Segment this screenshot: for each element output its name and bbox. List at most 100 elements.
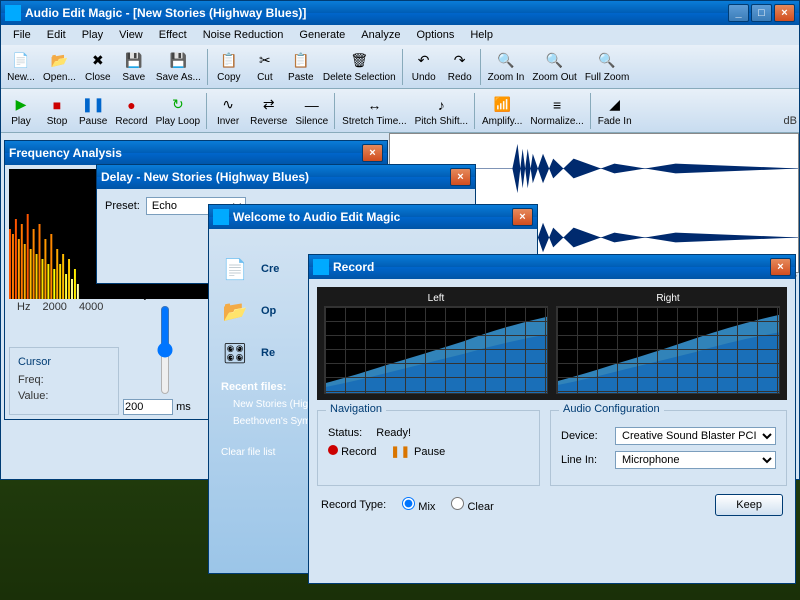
tool-label: Close <box>85 72 111 83</box>
hz-tick: 4000 <box>79 301 103 313</box>
copy-button[interactable]: 📋Copy <box>211 49 247 85</box>
save-button[interactable]: 💾Save <box>116 49 152 85</box>
record-app-icon <box>313 259 329 275</box>
redo-button[interactable]: ↷Redo <box>442 49 478 85</box>
record-window: Record × Left Right Navigation <box>308 254 796 584</box>
delay-close-button[interactable]: × <box>450 168 471 186</box>
linein-label: Line In: <box>561 454 609 466</box>
tool-label: Fade In <box>598 116 632 127</box>
menu-noise-reduction[interactable]: Noise Reduction <box>195 27 292 43</box>
record-button[interactable]: ●Record <box>111 93 151 129</box>
stop-button[interactable]: ■Stop <box>39 93 75 129</box>
device-label: Device: <box>561 430 609 442</box>
menu-help[interactable]: Help <box>462 27 501 43</box>
save-as-button[interactable]: 💾Save As... <box>152 49 205 85</box>
tool-label: Pause <box>79 116 107 127</box>
db-tick: dB <box>773 115 797 126</box>
play-loop-button[interactable]: ↻Play Loop <box>152 93 204 129</box>
open-button[interactable]: 📂Open... <box>39 49 80 85</box>
delay-time-label: Delay time: <box>123 290 173 301</box>
mix-radio[interactable]: Mix <box>402 497 435 513</box>
menu-edit[interactable]: Edit <box>39 27 74 43</box>
menu-options[interactable]: Options <box>408 27 462 43</box>
amplify-icon: 📶 <box>492 95 512 115</box>
preset-label: Preset: <box>105 200 140 212</box>
undo-button[interactable]: ↶Undo <box>406 49 442 85</box>
record-button[interactable]: Record <box>328 445 377 458</box>
status-label: Status: <box>328 427 362 439</box>
cut-button[interactable]: ✂Cut <box>247 49 283 85</box>
hz-tick: Hz <box>17 301 30 313</box>
zoom-out-button[interactable]: 🔍Zoom Out <box>528 49 580 85</box>
menu-view[interactable]: View <box>111 27 151 43</box>
audio-config-fieldset: Audio Configuration Device: Creative Sou… <box>550 410 787 486</box>
amplify-button[interactable]: 📶Amplify... <box>478 93 526 129</box>
tool-label: Reverse <box>250 116 287 127</box>
fade-in-button[interactable]: ◢Fade In <box>594 93 636 129</box>
tool-label: Cut <box>257 72 273 83</box>
freq-close-button[interactable]: × <box>362 144 383 162</box>
menu-play[interactable]: Play <box>74 27 111 43</box>
tool-label: Save <box>122 72 145 83</box>
record-close-button[interactable]: × <box>770 258 791 276</box>
delete-selection-button[interactable]: 🗑Delete Selection <box>319 49 400 85</box>
new-button[interactable]: 📄New... <box>3 49 39 85</box>
welcome-icon: 🎛 <box>221 339 249 367</box>
stretch-time-icon: ↔ <box>364 95 384 115</box>
silence-button[interactable]: —Silence <box>291 93 332 129</box>
zoom-in-icon: 🔍 <box>496 51 516 71</box>
menu-analyze[interactable]: Analyze <box>353 27 408 43</box>
delete-selection-icon: 🗑 <box>349 51 369 71</box>
separator <box>207 49 209 85</box>
tool-label: Full Zoom <box>585 72 629 83</box>
left-meter-label: Left <box>324 293 548 304</box>
tool-label: Zoom Out <box>532 72 576 83</box>
zoom-in-button[interactable]: 🔍Zoom In <box>484 49 529 85</box>
stretch-time-button[interactable]: ↔Stretch Time... <box>338 93 410 129</box>
pause-button[interactable]: ❚❚ Pause <box>391 445 446 458</box>
full-zoom-button[interactable]: 🔍Full Zoom <box>581 49 633 85</box>
tool-label: Stretch Time... <box>342 116 406 127</box>
pause-button[interactable]: ❚❚Pause <box>75 93 111 129</box>
delay-time-input[interactable] <box>123 399 173 415</box>
menu-generate[interactable]: Generate <box>291 27 353 43</box>
device-select[interactable]: Creative Sound Blaster PCI <box>615 427 776 445</box>
tool-label: Redo <box>448 72 472 83</box>
main-titlebar: Audio Edit Magic - [New Stories (Highway… <box>1 1 799 25</box>
minimize-button[interactable]: _ <box>728 4 749 22</box>
paste-button[interactable]: 📋Paste <box>283 49 319 85</box>
play-loop-icon: ↻ <box>168 95 188 115</box>
inver-button[interactable]: ∿Inver <box>210 93 246 129</box>
delay-title: Delay - New Stories (Highway Blues) <box>101 170 450 184</box>
navigation-fieldset: Navigation Status: Ready! Record ❚❚ Paus… <box>317 410 540 486</box>
normalize-button[interactable]: ≡Normalize... <box>526 93 587 129</box>
record-type-label: Record Type: <box>321 499 386 511</box>
reverse-button[interactable]: ⇄Reverse <box>246 93 291 129</box>
delay-titlebar: Delay - New Stories (Highway Blues) × <box>97 165 475 189</box>
separator <box>474 93 476 129</box>
pause-icon: ❚❚ <box>83 95 103 115</box>
stop-icon: ■ <box>47 95 67 115</box>
close-icon: ✖ <box>88 51 108 71</box>
close-button[interactable]: × <box>774 4 795 22</box>
tool-label: Silence <box>295 116 328 127</box>
right-meter <box>556 306 780 394</box>
right-meter-label: Right <box>556 293 780 304</box>
delay-slider[interactable] <box>155 305 175 395</box>
tool-label: Play <box>11 116 30 127</box>
new-icon: 📄 <box>11 51 31 71</box>
menu-file[interactable]: File <box>5 27 39 43</box>
close-button[interactable]: ✖Close <box>80 49 116 85</box>
maximize-button[interactable]: □ <box>751 4 772 22</box>
level-meters: Left Right <box>317 287 787 400</box>
welcome-close-button[interactable]: × <box>512 208 533 226</box>
tool-label: Normalize... <box>530 116 583 127</box>
play-button[interactable]: ▶Play <box>3 93 39 129</box>
menu-effect[interactable]: Effect <box>151 27 195 43</box>
keep-button[interactable]: Keep <box>715 494 783 516</box>
pitch-shift-button[interactable]: ♪Pitch Shift... <box>411 93 472 129</box>
linein-select[interactable]: Microphone <box>615 451 776 469</box>
toolbar-file: 📄New...📂Open...✖Close💾Save💾Save As...📋Co… <box>1 45 799 89</box>
clear-radio[interactable]: Clear <box>451 497 493 513</box>
copy-icon: 📋 <box>219 51 239 71</box>
